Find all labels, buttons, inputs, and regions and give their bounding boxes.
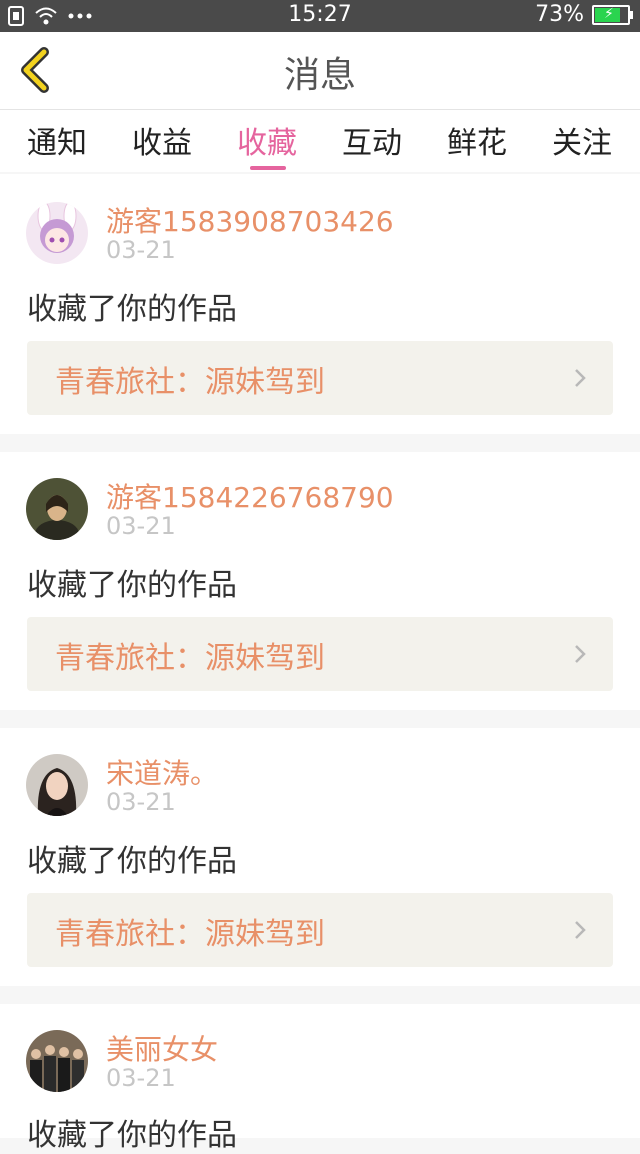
action-text: 收藏了你的作品	[27, 292, 237, 327]
nav-bar: 消息	[0, 32, 640, 110]
work-link[interactable]: 青春旅社：源妹驾到	[27, 893, 613, 967]
status-right: 73% ⚡	[535, 2, 633, 27]
work-title: 青春旅社：源妹驾到	[55, 641, 325, 676]
message-card: 游客1583908703426 03-21 收藏了你的作品 青春旅社：源妹驾到	[0, 174, 640, 434]
message-date: 03-21	[106, 1064, 176, 1092]
portrait-painting-avatar[interactable]	[26, 478, 88, 540]
chevron-right-icon	[575, 645, 586, 663]
message-date: 03-21	[106, 788, 176, 816]
username[interactable]: 游客1583908703426	[106, 200, 394, 240]
tab-favorites[interactable]: 收藏	[222, 118, 312, 162]
tab-notice[interactable]: 通知	[12, 118, 102, 162]
chevron-right-icon	[575, 369, 586, 387]
action-text: 收藏了你的作品	[27, 1118, 237, 1153]
work-title: 青春旅社：源妹驾到	[55, 365, 325, 400]
username[interactable]: 游客1584226768790	[106, 476, 394, 516]
battery-percent: 73%	[535, 2, 584, 27]
tab-interaction[interactable]: 互动	[327, 118, 417, 162]
action-text: 收藏了你的作品	[27, 844, 237, 879]
tab-earnings[interactable]: 收益	[117, 118, 207, 162]
message-date: 03-21	[106, 512, 176, 540]
username[interactable]: 美丽女女	[106, 1028, 218, 1068]
chevron-right-icon	[575, 921, 586, 939]
active-tab-indicator	[250, 166, 286, 170]
work-title: 青春旅社：源妹驾到	[55, 917, 325, 952]
message-card: 游客1584226768790 03-21 收藏了你的作品 青春旅社：源妹驾到	[0, 452, 640, 710]
message-date: 03-21	[106, 236, 176, 264]
work-link[interactable]: 青春旅社：源妹驾到	[27, 617, 613, 691]
tab-flowers[interactable]: 鲜花	[432, 118, 522, 162]
username[interactable]: 宋道涛。	[106, 752, 218, 792]
status-bar: 15:27 73% ⚡	[0, 0, 640, 32]
anime-girl-avatar[interactable]	[26, 202, 88, 264]
group-photo-avatar[interactable]	[26, 1030, 88, 1092]
battery-icon: ⚡	[592, 4, 633, 25]
woman-photo-avatar[interactable]	[26, 754, 88, 816]
message-card: 美丽女女 03-21 收藏了你的作品	[0, 1004, 640, 1153]
message-card: 宋道涛。 03-21 收藏了你的作品 青春旅社：源妹驾到	[0, 728, 640, 986]
work-link[interactable]: 青春旅社：源妹驾到	[27, 341, 613, 415]
page-title: 消息	[283, 55, 356, 96]
tab-follow[interactable]: 关注	[537, 118, 627, 162]
tab-bar: 通知 收益 收藏 互动 鲜花 关注	[0, 110, 640, 172]
action-text: 收藏了你的作品	[27, 568, 237, 603]
